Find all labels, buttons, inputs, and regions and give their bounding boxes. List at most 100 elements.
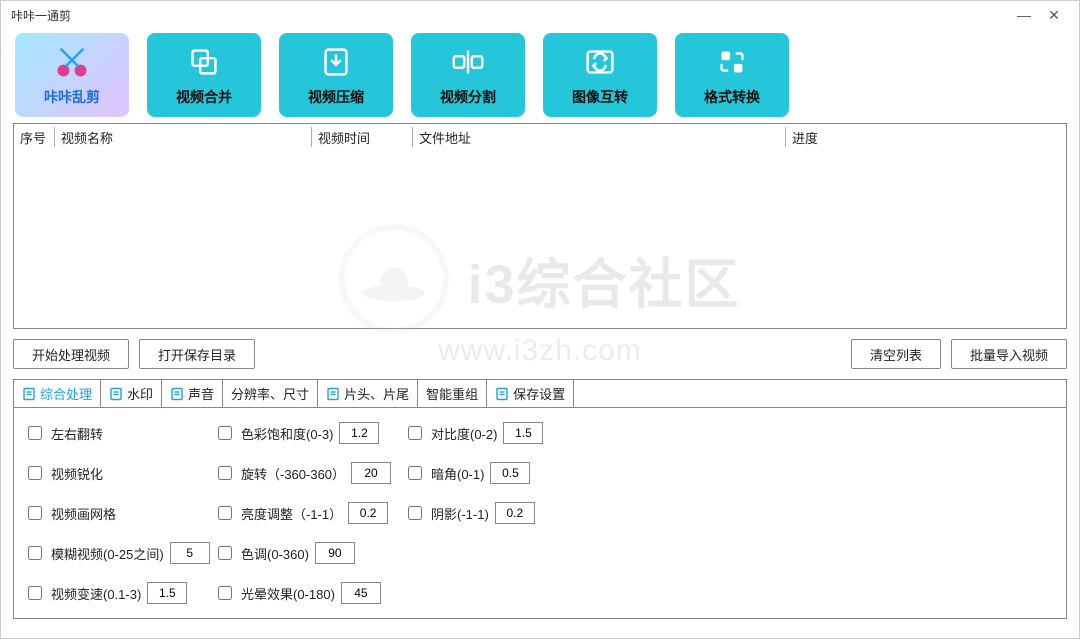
col-name: 视频名称 [61, 128, 311, 147]
doc-icon [495, 387, 509, 401]
window-title: 咔咔一通剪 [11, 7, 71, 24]
vignette-input[interactable] [490, 462, 530, 484]
speed-label: 视频变速(0.1-3) [51, 584, 141, 603]
tool-label: 视频分割 [440, 87, 496, 107]
tool-label: 图像互转 [572, 87, 628, 107]
titlebar: 咔咔一通剪 — ✕ [1, 1, 1079, 29]
grid-label: 视频画网格 [51, 504, 116, 523]
speed-input[interactable] [147, 582, 187, 604]
video-list-panel: 序号 视频名称 视频时间 文件地址 进度 i3综合社区 [13, 123, 1067, 329]
close-button[interactable]: ✕ [1039, 7, 1069, 24]
rotate-input[interactable] [351, 462, 391, 484]
sharpen-checkbox[interactable] [28, 466, 42, 480]
tabbed-settings: 综合处理 水印 声音 分辨率、尺寸 片头、片尾 智能重组 保存设置 左右翻转 色… [13, 379, 1067, 619]
opt-hue: 色调(0-360) [214, 542, 404, 564]
tool-random-cut[interactable]: 咔咔乱剪 [15, 33, 129, 117]
tab-general[interactable]: 综合处理 [14, 380, 101, 407]
tab-save-settings[interactable]: 保存设置 [487, 380, 574, 407]
tab-resolution[interactable]: 分辨率、尺寸 [223, 380, 318, 407]
col-index: 序号 [14, 128, 54, 147]
main-toolbar: 咔咔乱剪 视频合并 视频压缩 [1, 29, 1079, 123]
hue-input[interactable] [315, 542, 355, 564]
halo-input[interactable] [341, 582, 381, 604]
column-headers: 序号 视频名称 视频时间 文件地址 进度 [14, 124, 1066, 150]
blur-checkbox[interactable] [28, 546, 42, 560]
rotate-label: 旋转（-360-360） [241, 464, 345, 483]
image-convert-icon [579, 43, 621, 81]
action-row: 开始处理视频 打开保存目录 清空列表 批量导入视频 [13, 339, 1067, 369]
general-settings-panel: 左右翻转 色彩饱和度(0-3) 对比度(0-2) 视频锐化 [13, 407, 1067, 619]
tool-label: 视频压缩 [308, 87, 364, 107]
settings-tabs: 综合处理 水印 声音 分辨率、尺寸 片头、片尾 智能重组 保存设置 [13, 379, 1067, 407]
brightness-input[interactable] [348, 502, 388, 524]
tool-split[interactable]: 视频分割 [411, 33, 525, 117]
halo-label: 光晕效果(0-180) [241, 584, 335, 603]
format-convert-icon [711, 43, 753, 81]
saturation-label: 色彩饱和度(0-3) [241, 424, 333, 443]
blur-input[interactable] [170, 542, 210, 564]
main-body: 序号 视频名称 视频时间 文件地址 进度 i3综合社区 [1, 123, 1079, 638]
vignette-label: 暗角(0-1) [431, 464, 484, 483]
split-icon [447, 43, 489, 81]
opt-rotate: 旋转（-360-360） [214, 462, 404, 484]
tool-compress[interactable]: 视频压缩 [279, 33, 393, 117]
scissors-icon [51, 43, 93, 81]
shadow-label: 阴影(-1-1) [431, 504, 489, 523]
grid-checkbox[interactable] [28, 506, 42, 520]
tool-img-convert[interactable]: 图像互转 [543, 33, 657, 117]
start-process-button[interactable]: 开始处理视频 [13, 339, 129, 369]
batch-import-button[interactable]: 批量导入视频 [951, 339, 1067, 369]
compress-icon [315, 43, 357, 81]
tab-head-tail[interactable]: 片头、片尾 [318, 380, 418, 407]
opt-speed: 视频变速(0.1-3) [24, 582, 214, 604]
opt-flip-h: 左右翻转 [24, 422, 214, 444]
tool-label: 格式转换 [704, 87, 760, 107]
contrast-label: 对比度(0-2) [431, 424, 497, 443]
brightness-label: 亮度调整（-1-1） [241, 504, 342, 523]
minimize-button[interactable]: — [1009, 7, 1039, 23]
opt-saturation: 色彩饱和度(0-3) [214, 422, 404, 444]
doc-icon [109, 387, 123, 401]
watermark-overlay: i3综合社区 www.i3zh.com [14, 160, 1066, 328]
saturation-checkbox[interactable] [218, 426, 232, 440]
opt-sharpen: 视频锐化 [24, 462, 214, 484]
opt-blur: 模糊视频(0-25之间) [24, 542, 214, 564]
col-time: 视频时间 [318, 128, 412, 147]
tool-label: 视频合并 [176, 87, 232, 107]
flip-h-checkbox[interactable] [28, 426, 42, 440]
opt-vignette: 暗角(0-1) [404, 462, 594, 484]
col-path: 文件地址 [419, 128, 785, 147]
tab-smart-recombine[interactable]: 智能重组 [418, 380, 487, 407]
halo-checkbox[interactable] [218, 586, 232, 600]
merge-icon [183, 43, 225, 81]
contrast-input[interactable] [503, 422, 543, 444]
opt-contrast: 对比度(0-2) [404, 422, 594, 444]
rotate-checkbox[interactable] [218, 466, 232, 480]
opt-shadow: 阴影(-1-1) [404, 502, 594, 524]
opt-halo: 光晕效果(0-180) [214, 582, 404, 604]
opt-brightness: 亮度调整（-1-1） [214, 502, 404, 524]
speed-checkbox[interactable] [28, 586, 42, 600]
doc-icon [326, 387, 340, 401]
flip-h-label: 左右翻转 [51, 424, 103, 443]
vignette-checkbox[interactable] [408, 466, 422, 480]
doc-icon [22, 387, 36, 401]
hue-checkbox[interactable] [218, 546, 232, 560]
hue-label: 色调(0-360) [241, 544, 309, 563]
brightness-checkbox[interactable] [218, 506, 232, 520]
shadow-checkbox[interactable] [408, 506, 422, 520]
tool-fmt-convert[interactable]: 格式转换 [675, 33, 789, 117]
clear-list-button[interactable]: 清空列表 [851, 339, 941, 369]
contrast-checkbox[interactable] [408, 426, 422, 440]
doc-icon [170, 387, 184, 401]
tool-merge[interactable]: 视频合并 [147, 33, 261, 117]
tab-audio[interactable]: 声音 [162, 380, 223, 407]
blur-label: 模糊视频(0-25之间) [51, 544, 164, 563]
col-progress: 进度 [792, 128, 1066, 147]
opt-grid: 视频画网格 [24, 502, 214, 524]
open-save-dir-button[interactable]: 打开保存目录 [139, 339, 255, 369]
sharpen-label: 视频锐化 [51, 464, 103, 483]
tab-watermark[interactable]: 水印 [101, 380, 162, 407]
saturation-input[interactable] [339, 422, 379, 444]
shadow-input[interactable] [495, 502, 535, 524]
